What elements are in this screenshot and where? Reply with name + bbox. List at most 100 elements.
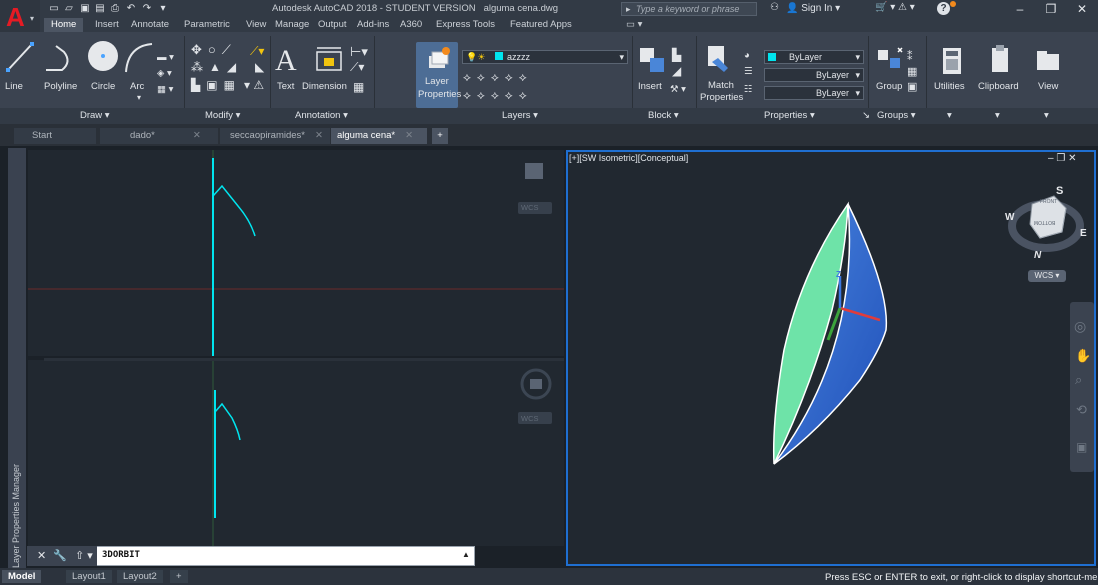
layer-dropdown[interactable]: 💡☀ azzzz ▾ [462,50,628,64]
command-line-input[interactable]: 3DORBIT [102,550,140,560]
rectangle-icon[interactable]: ▬ ▾ [157,52,174,63]
wcs-menu-right[interactable]: WCS ▾ [1028,270,1066,282]
tab-view[interactable]: View [246,18,266,32]
hatch-icon[interactable]: ◈ ▾ [157,68,172,79]
close-button[interactable]: ✕ [1066,0,1098,18]
insert-label[interactable]: Insert [638,81,662,92]
circle-label[interactable]: Circle [91,81,115,92]
add-layout-button[interactable]: + [170,570,188,583]
move-icon[interactable]: ✥○⟋ [191,42,237,58]
properties-panel-title[interactable]: Properties ▾ [764,108,815,124]
binoculars-icon[interactable]: ⚇ [770,2,779,13]
properties-expand-icon[interactable]: ↘ [862,108,870,124]
wrench-icon[interactable]: 🔧 [53,549,67,562]
trim-icon[interactable]: ⟋▾ [250,44,264,59]
tab-output[interactable]: Output [318,18,347,32]
close-tab-icon[interactable]: ✕ [315,130,323,141]
circle-icon[interactable] [86,38,120,74]
view-label[interactable]: View [1038,81,1058,92]
pan-icon[interactable]: ✋ [1075,348,1091,364]
restore-button[interactable]: ❐ [1035,0,1067,18]
array-icon[interactable]: ▾ ⚠ [244,78,264,92]
arc-label[interactable]: Arc [130,81,144,92]
redo-icon[interactable]: ↷ [140,2,154,15]
close-tab-icon[interactable]: ✕ [405,130,413,141]
groups-panel-title[interactable]: Groups ▾ [877,108,916,124]
layer-tools-row1-icon[interactable]: ⟡⟡⟡⟡⟡ [463,70,533,85]
region-icon[interactable]: ▦ ▾ [157,84,173,95]
multileader-icon[interactable]: ⟋▾ [350,60,364,75]
file-tab-seccaopiramides[interactable]: seccaopiramides* ✕ [220,128,330,144]
new-tab-button[interactable]: + [432,128,448,144]
utilities-dropdown-icon[interactable]: ▾ [947,108,952,124]
layout-tab-layout1[interactable]: Layout1 [66,570,112,583]
tab-express-tools[interactable]: Express Tools [436,18,495,32]
utilities-label[interactable]: Utilities [934,81,965,92]
draw-panel-title[interactable]: Draw ▾ [80,108,110,124]
group-label[interactable]: Group [876,81,902,92]
layout-tab-model[interactable]: Model [2,570,42,583]
save-icon[interactable]: ▣ [78,2,92,15]
copy-icon[interactable]: ⁂▲◢ [191,60,242,74]
new-file-icon[interactable]: ▭ [47,2,61,15]
compass-west[interactable]: W [1005,212,1014,223]
match-properties-label-2[interactable]: Properties [700,92,743,103]
calculator-icon[interactable] [940,46,964,76]
orbit-icon[interactable]: ⟲ [1076,402,1087,418]
compass-north[interactable]: N [1034,250,1041,261]
minimize-button[interactable]: – [1004,0,1036,18]
stretch-icon[interactable]: ▙▣▦ [191,78,241,92]
fillet-icon[interactable]: ◣ [255,60,264,74]
zoom-icon[interactable]: ⌕ [1075,372,1082,388]
layout-tab-layout2[interactable]: Layout2 [117,570,163,583]
layer-properties-label-1[interactable]: Layer [425,76,449,87]
arc-icon[interactable] [122,40,154,74]
match-properties-label-1[interactable]: Match [708,80,734,91]
clipboard-icon[interactable] [988,44,1012,76]
tab-insert[interactable]: Insert [95,18,119,32]
leader-icon[interactable]: ⊢▾ [350,44,368,60]
line-icon[interactable] [5,40,35,74]
block-attributes-icon[interactable]: ⚒ ▾ [670,84,686,95]
tab-annotate[interactable]: Annotate [131,18,169,32]
showmotion-icon[interactable]: ▣ [1076,440,1087,454]
tab-manage[interactable]: Manage [275,18,309,32]
file-tab-alguma-cena[interactable]: alguma cena* ✕ [331,128,427,144]
group-tools-icon[interactable]: ⁑ ▦ ▣ [907,50,917,95]
dimension-label[interactable]: Dimension [302,81,347,92]
insert-icon[interactable] [638,44,668,76]
group-icon[interactable] [876,46,906,74]
text-icon[interactable]: A [275,44,297,78]
polyline-icon[interactable] [42,40,76,74]
compass-south[interactable]: S [1056,185,1063,197]
viewport-controls-label[interactable]: [+][SW Isometric][Conceptual] [569,153,688,163]
undo-icon[interactable]: ↶ [124,2,138,15]
close-icon[interactable]: ✕ [37,549,46,562]
annotation-panel-title[interactable]: Annotation ▾ [295,108,348,124]
close-tab-icon[interactable]: ✕ [193,130,201,141]
dimension-icon[interactable] [314,44,344,74]
match-properties-icon[interactable] [704,44,732,76]
print-icon[interactable]: ⎙ [108,2,122,15]
view-dropdown-icon[interactable]: ▾ [1044,108,1049,124]
polyline-label[interactable]: Polyline [44,81,77,92]
line-label[interactable]: Line [5,81,23,92]
tab-add-ins[interactable]: Add-ins [357,18,389,32]
modify-panel-title[interactable]: Modify ▾ [205,108,240,124]
tab-home[interactable]: Home [44,18,84,32]
help-icon[interactable]: ? [937,2,950,15]
save-as-icon[interactable]: ▤ [93,2,107,15]
view-icon[interactable] [1034,46,1062,74]
wcs-label-bottom-left[interactable]: WCS [521,414,539,423]
cart-icon[interactable]: 🛒 ▾ ⚠ ▾ [875,2,915,13]
viewcube-bottom-face[interactable]: BOTTOM [1034,219,1055,225]
color-dropdown[interactable]: ByLayer ▾ [764,50,864,64]
clipboard-dropdown-icon[interactable]: ▾ [995,108,1000,124]
viewport-splitter[interactable] [44,358,564,361]
customize-quick-access-icon[interactable]: ▾ [156,2,170,15]
ribbon-minimize-toggle[interactable]: ▭ ▾ [626,18,642,32]
table-icon[interactable]: ▦ [353,80,364,94]
file-tab-start[interactable]: Start [14,128,96,144]
layer-properties-manager-palette[interactable]: Layer Properties Manager [8,148,26,568]
viewport-window-controls[interactable]: – ❐ ✕ [1048,153,1076,164]
